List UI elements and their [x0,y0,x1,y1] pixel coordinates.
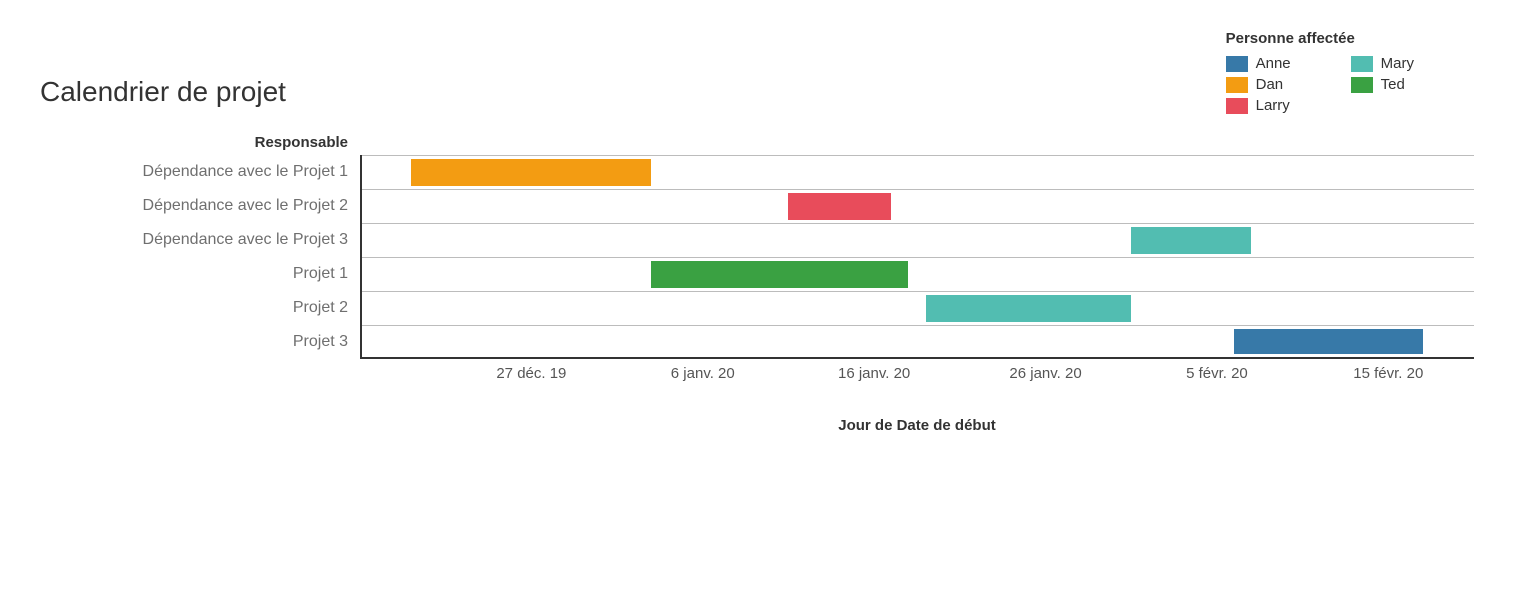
row-label: Dépendance avec le Projet 2 [40,189,360,223]
row-track [360,189,1474,223]
legend-swatch [1351,56,1373,72]
gantt-row: Projet 3 [40,325,1474,359]
gantt-bar[interactable] [788,193,891,220]
gantt-row: Dépendance avec le Projet 3 [40,223,1474,257]
row-label: Dépendance avec le Projet 1 [40,155,360,189]
x-tick: 15 févr. 20 [1353,365,1423,382]
legend-title: Personne affectée [1226,30,1414,47]
gantt-row: Dépendance avec le Projet 1 [40,155,1474,189]
x-tick: 26 janv. 20 [1009,365,1081,382]
gantt-row: Projet 1 [40,257,1474,291]
legend-item[interactable]: Ted [1351,76,1414,93]
chart-title: Calendrier de projet [40,76,286,108]
x-tick: 27 déc. 19 [496,365,566,382]
gantt-chart: Responsable Dépendance avec le Projet 1D… [40,134,1474,434]
legend-label: Larry [1256,97,1290,114]
gantt-bar[interactable] [411,159,651,186]
legend-swatch [1226,56,1248,72]
legend-item[interactable]: Mary [1351,55,1414,72]
x-tick: 16 janv. 20 [838,365,910,382]
legend-item[interactable]: Larry [1226,97,1291,114]
legend-swatch [1226,77,1248,93]
x-tick: 5 févr. 20 [1186,365,1248,382]
legend-item[interactable]: Anne [1226,55,1291,72]
gantt-bar[interactable] [1131,227,1251,254]
row-header-title: Responsable [40,134,360,151]
legend-label: Ted [1381,76,1405,93]
row-track [360,257,1474,291]
legend-swatch [1351,77,1373,93]
legend-label: Anne [1256,55,1291,72]
legend-swatch [1226,98,1248,114]
row-label: Projet 2 [40,291,360,325]
legend-label: Dan [1256,76,1284,93]
gantt-bar[interactable] [1234,329,1423,354]
row-track [360,325,1474,359]
gantt-bar[interactable] [651,261,908,288]
x-tick: 6 janv. 20 [671,365,735,382]
row-track [360,223,1474,257]
row-track [360,155,1474,189]
gantt-bar[interactable] [926,295,1132,322]
x-axis: 27 déc. 19 6 janv. 20 16 janv. 20 26 janv. … [360,365,1474,389]
gantt-row: Projet 2 [40,291,1474,325]
legend-label: Mary [1381,55,1414,72]
gantt-row: Dépendance avec le Projet 2 [40,189,1474,223]
legend: Personne affectée Anne Dan Larry Mary Ted [1226,30,1414,114]
row-track [360,291,1474,325]
row-label: Projet 1 [40,257,360,291]
row-label: Dépendance avec le Projet 3 [40,223,360,257]
legend-item[interactable]: Dan [1226,76,1291,93]
row-label: Projet 3 [40,325,360,359]
x-axis-title: Jour de Date de début [360,417,1474,434]
